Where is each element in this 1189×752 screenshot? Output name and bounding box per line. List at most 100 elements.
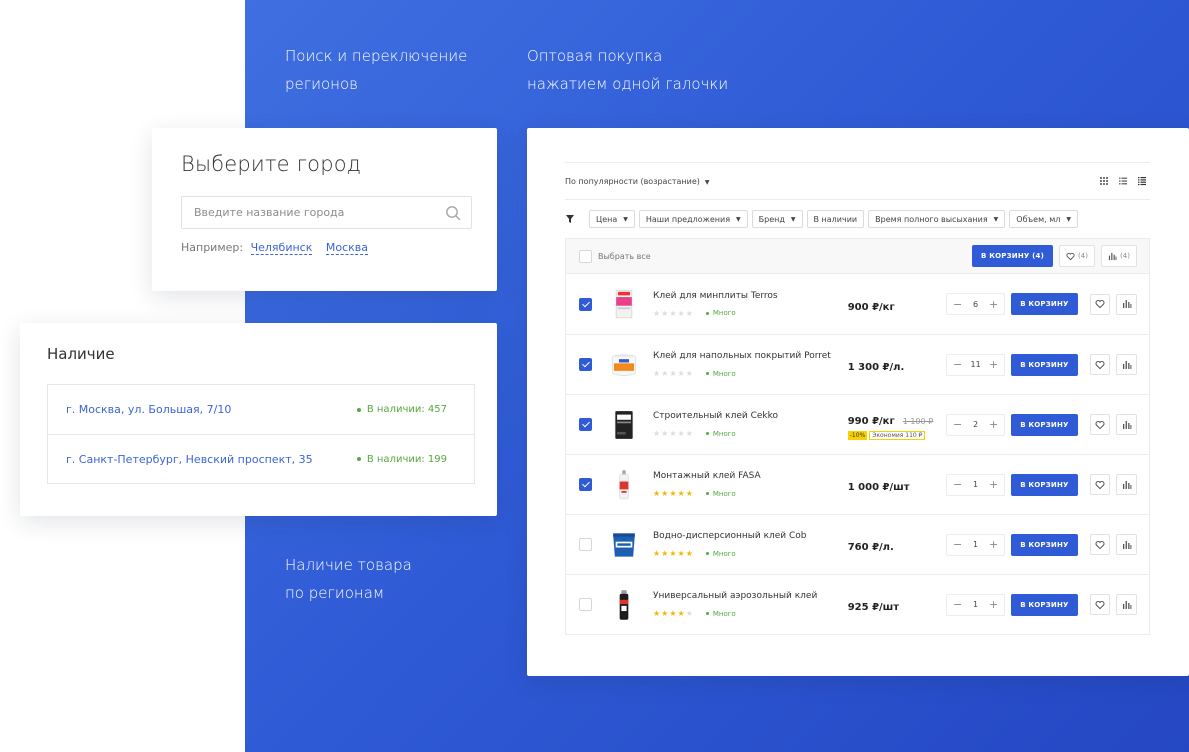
search-icon[interactable] xyxy=(445,205,461,221)
store-address-link[interactable]: г. Санкт-Петербург, Невский проспект, 35 xyxy=(66,453,313,466)
compare-button[interactable] xyxy=(1116,474,1137,495)
product-image[interactable] xyxy=(609,347,639,383)
rating-stars: ★★★★★ xyxy=(653,309,694,318)
star-icon: ★ xyxy=(653,609,662,618)
compare-bulk-button[interactable]: (4) xyxy=(1101,245,1137,267)
quantity-value[interactable]: 1 xyxy=(973,480,978,489)
product-checkbox[interactable] xyxy=(579,418,592,431)
compare-button[interactable] xyxy=(1116,354,1137,375)
add-to-cart-button[interactable]: В КОРЗИНУ xyxy=(1011,473,1078,496)
stock-text: Много xyxy=(712,369,736,378)
filter-chip-price[interactable]: Цена ▼ xyxy=(589,210,635,228)
caption-line: по регионам xyxy=(285,584,385,602)
plus-icon[interactable]: + xyxy=(989,478,998,491)
favorite-button[interactable] xyxy=(1089,414,1111,435)
favorite-button[interactable] xyxy=(1089,474,1111,495)
product-name-link[interactable]: Клей для напольных покрытий Porret xyxy=(653,351,840,361)
minus-icon[interactable]: − xyxy=(953,598,962,611)
product-image[interactable] xyxy=(609,527,639,563)
example-city-link[interactable]: Москва xyxy=(325,241,369,255)
plus-icon[interactable]: + xyxy=(989,598,998,611)
price-column: 925 ₽/шт xyxy=(848,595,946,614)
product-image[interactable] xyxy=(609,407,639,443)
product-name-link[interactable]: Клей для минплиты Terros xyxy=(653,291,840,301)
product-name-link[interactable]: Монтажный клей FASA xyxy=(653,471,840,481)
plus-icon[interactable]: + xyxy=(989,358,998,371)
product-checkbox[interactable] xyxy=(579,478,592,491)
list-view-icon[interactable] xyxy=(1118,176,1128,186)
compare-button[interactable] xyxy=(1116,293,1137,315)
add-to-cart-button[interactable]: В КОРЗИНУ xyxy=(1011,413,1078,436)
bulk-actions: В КОРЗИНУ (4) (4) (4) xyxy=(972,245,1137,267)
add-to-cart-button[interactable]: В КОРЗИНУ xyxy=(1011,593,1078,616)
star-icon: ★ xyxy=(653,429,662,438)
quantity-value[interactable]: 1 xyxy=(973,540,978,549)
plus-icon[interactable]: + xyxy=(989,418,998,431)
product-checkbox[interactable] xyxy=(579,538,592,551)
sort-dropdown[interactable]: По популярности (возрастание) ▼ xyxy=(565,177,710,186)
star-icon: ★ xyxy=(669,308,678,318)
compare-button[interactable] xyxy=(1116,534,1137,555)
compare-button[interactable] xyxy=(1116,594,1137,615)
compare-button[interactable] xyxy=(1116,414,1137,435)
table-view-icon[interactable] xyxy=(1137,176,1147,186)
product-image[interactable] xyxy=(609,467,639,503)
filter-chip-offers[interactable]: Наши предложения ▼ xyxy=(638,210,748,228)
quantity-value[interactable]: 1 xyxy=(973,600,978,609)
product-checkbox[interactable] xyxy=(579,297,592,311)
product-checkbox[interactable] xyxy=(579,598,592,611)
product-name-link[interactable]: Строительный клей Cekko xyxy=(653,411,840,421)
rating-stars: ★★★★★ xyxy=(653,489,694,498)
filter-chip-drying-time[interactable]: Время полного высыхания ▼ xyxy=(868,210,1006,228)
product-image[interactable] xyxy=(609,587,639,623)
product-name-link[interactable]: Универсальный аэрозольный клей xyxy=(653,591,840,601)
product-name-link[interactable]: Водно-дисперсионный клей Cob xyxy=(653,531,840,541)
grid-view-icon[interactable] xyxy=(1099,176,1109,186)
product-price: 1 000 ₽/шт xyxy=(847,482,910,493)
stock-status: В наличии: 199 xyxy=(356,454,447,465)
filter-chip-in-stock[interactable]: В наличии xyxy=(806,210,865,228)
quantity-stepper: − 1 + xyxy=(945,593,1006,616)
filter-chip-brand[interactable]: Бренд ▼ xyxy=(751,210,803,228)
favorite-button[interactable] xyxy=(1089,534,1111,555)
heart-icon xyxy=(1095,600,1105,609)
add-to-cart-button[interactable]: В КОРЗИНУ xyxy=(1011,353,1078,376)
stock-dot-icon xyxy=(705,492,709,495)
minus-icon[interactable]: − xyxy=(953,478,962,491)
quantity-value[interactable]: 6 xyxy=(973,300,978,309)
product-checkbox[interactable] xyxy=(579,358,592,371)
star-icon: ★ xyxy=(677,609,686,618)
product-row: Водно-дисперсионный клей Cob ★★★★★ Много… xyxy=(566,514,1149,574)
product-image[interactable] xyxy=(609,286,639,322)
caption-availability: Наличие товара по регионам xyxy=(285,551,505,607)
store-address-link[interactable]: г. Москва, ул. Большая, 7/10 xyxy=(66,403,231,416)
star-icon: ★ xyxy=(653,308,662,318)
add-all-to-cart-button[interactable]: В КОРЗИНУ (4) xyxy=(972,245,1053,267)
city-search-input[interactable] xyxy=(194,206,434,219)
minus-icon[interactable]: − xyxy=(953,298,962,311)
quantity-value[interactable]: 2 xyxy=(973,420,978,429)
favorite-button[interactable] xyxy=(1089,594,1111,615)
quantity-value[interactable]: 11 xyxy=(970,360,980,369)
favorites-bulk-button[interactable]: (4) xyxy=(1059,245,1095,267)
product-row: Клей для напольных покрытий Porret ★★★★★… xyxy=(566,334,1149,394)
favorite-button[interactable] xyxy=(1089,293,1111,315)
filter-funnel-icon[interactable] xyxy=(565,214,575,224)
minus-icon[interactable]: − xyxy=(953,418,962,431)
minus-icon[interactable]: − xyxy=(953,358,962,371)
product-meta: ★★★★★ Много xyxy=(653,609,840,618)
add-to-cart-button[interactable]: В КОРЗИНУ xyxy=(1011,533,1078,556)
minus-icon[interactable]: − xyxy=(953,538,962,551)
compare-bars-icon xyxy=(1122,420,1132,429)
plus-icon[interactable]: + xyxy=(989,538,998,551)
star-icon: ★ xyxy=(677,369,686,378)
product-table: Выбрать все В КОРЗИНУ (4) (4) (4) Клей д… xyxy=(565,238,1150,635)
product-row: Универсальный аэрозольный клей ★★★★★ Мно… xyxy=(566,574,1149,634)
filter-chip-volume[interactable]: Объем, мл ▼ xyxy=(1009,210,1078,228)
example-city-link[interactable]: Челябинск xyxy=(250,241,313,255)
star-icon: ★ xyxy=(685,549,694,558)
add-to-cart-button[interactable]: В КОРЗИНУ xyxy=(1011,293,1078,315)
select-all-checkbox[interactable] xyxy=(579,249,592,263)
plus-icon[interactable]: + xyxy=(989,298,998,311)
favorite-button[interactable] xyxy=(1089,354,1111,375)
